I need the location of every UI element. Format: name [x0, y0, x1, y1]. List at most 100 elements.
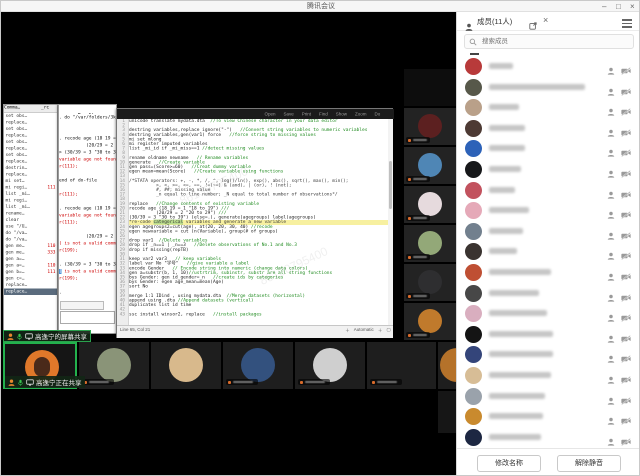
member-row[interactable]: [457, 57, 640, 77]
member-row[interactable]: [457, 160, 640, 180]
close-window-button[interactable]: ×: [630, 1, 635, 12]
video-tile[interactable]: [404, 147, 456, 184]
video-tile[interactable]: [404, 303, 456, 340]
toolbar-find-button[interactable]: Find: [319, 109, 328, 119]
screen-icon: [25, 333, 33, 340]
video-tile[interactable]: [404, 108, 456, 145]
avatar: [465, 120, 482, 137]
console-line: [59, 121, 116, 128]
member-row[interactable]: [457, 407, 640, 427]
video-tile[interactable]: [404, 225, 456, 262]
console-line: ( is not a valid command: [59, 240, 116, 247]
rename-button[interactable]: 修改名称: [477, 455, 541, 472]
unmute-button[interactable]: 解除静音: [557, 455, 621, 472]
member-row[interactable]: [457, 78, 640, 98]
name-pill: [226, 379, 258, 385]
member-row[interactable]: [457, 119, 640, 139]
popout-panel-icon[interactable]: [529, 17, 537, 35]
video-tile[interactable]: [367, 342, 436, 389]
toolbar-print-button[interactable]: Print: [302, 109, 311, 119]
search-box[interactable]: [464, 34, 634, 49]
member-name-redacted: [489, 331, 553, 337]
avatar: [418, 309, 442, 333]
video-tile[interactable]: [404, 186, 456, 223]
search-input[interactable]: [480, 37, 620, 46]
editor-status-bar: Line 65, Col 21 ＋Automatic＋▢: [117, 325, 393, 338]
editor-scrollbar[interactable]: [388, 119, 393, 325]
member-name-redacted: [489, 290, 539, 296]
editor-scrollbar-thumb[interactable]: [389, 161, 392, 209]
member-name-redacted: [489, 413, 543, 419]
toolbar-show-button[interactable]: Show: [336, 109, 347, 119]
member-status-icon: [607, 433, 615, 448]
avatar: [418, 114, 442, 138]
member-row[interactable]: [457, 387, 640, 407]
avatar: [418, 192, 442, 216]
main-video-area: Comma… _rc set obs…replace…set obs…repla…: [1, 12, 456, 476]
mic-off-icon: [228, 381, 231, 384]
member-row[interactable]: [457, 263, 640, 283]
toolbar-save-button[interactable]: Save: [284, 109, 294, 119]
console-line: variable age not found: [59, 212, 116, 219]
panel-icon[interactable]: ▢: [387, 327, 391, 334]
console-line: r(111);: [59, 163, 116, 170]
tencent-meeting-window: 腾讯会议 – □ × Comma… _rc set obs…replace…se…: [0, 0, 640, 476]
avatar: [465, 408, 482, 425]
avatar: [465, 429, 482, 446]
member-row[interactable]: [457, 428, 640, 448]
mic-off-icon: [408, 295, 411, 298]
close-panel-icon[interactable]: ×: [543, 15, 548, 25]
members-panel-footer: 修改名称 解除静音: [457, 448, 640, 476]
member-name-redacted: [489, 63, 513, 69]
results-console: . do "/var/folders/3k/t72 . recode age (…: [59, 114, 116, 296]
zoom-out-icon[interactable]: ＋: [346, 327, 351, 334]
member-row[interactable]: [457, 98, 640, 118]
member-row[interactable]: [457, 222, 640, 242]
zoom-in-icon[interactable]: ＋: [378, 327, 383, 334]
toolbar-zoom-button[interactable]: Zoom: [355, 109, 367, 119]
member-name-redacted: [489, 125, 525, 131]
member-name-redacted: [489, 310, 547, 316]
member-row[interactable]: [457, 284, 640, 304]
member-row[interactable]: [457, 139, 640, 159]
member-row[interactable]: [457, 325, 640, 345]
avatar: [465, 223, 482, 240]
video-tile[interactable]: [438, 342, 456, 389]
video-tile[interactable]: [404, 264, 456, 301]
member-row[interactable]: [457, 201, 640, 221]
editor-toolbar: Open Save Print Find Show Zoom Do: [117, 109, 394, 119]
toolbar-open-button[interactable]: Open: [265, 109, 276, 119]
video-tile[interactable]: [295, 342, 365, 389]
console-line: ( is not a valid command: [59, 268, 116, 275]
video-tile[interactable]: [404, 69, 456, 106]
avatar: [465, 367, 482, 384]
menu-icon[interactable]: [622, 17, 632, 30]
console-line: . (30/39 = 3 "30 to 39"): [59, 261, 116, 268]
avatar: [465, 346, 482, 363]
member-row[interactable]: [457, 366, 640, 386]
minimize-button[interactable]: –: [602, 1, 606, 12]
section-dash: [470, 53, 479, 55]
mic-on-icon: [17, 379, 24, 386]
history-item[interactable]: replace…: [4, 289, 57, 296]
title-bar: 腾讯会议 – □ ×: [1, 1, 640, 12]
member-row[interactable]: [457, 345, 640, 365]
mic-off-icon: [372, 381, 375, 384]
member-row[interactable]: [457, 242, 640, 262]
video-tile[interactable]: [223, 342, 293, 389]
name-pill: [406, 254, 430, 260]
code-line: ssc install winsor2, replace //install p…: [129, 312, 388, 317]
video-tile[interactable]: [151, 342, 221, 389]
members-panel-header: 成员(11人) ×: [457, 12, 640, 31]
maximize-button[interactable]: □: [616, 1, 621, 12]
video-tile[interactable]: [79, 342, 149, 389]
console-line: > (30/39 = 3 "30 to 39"): [59, 149, 116, 156]
member-name-redacted: [489, 187, 515, 193]
toolbar-do-button[interactable]: Do: [375, 109, 381, 119]
command-input[interactable]: [60, 311, 115, 324]
screen-share-label: 高逸宁的屏幕共享: [3, 330, 91, 342]
member-row[interactable]: [457, 181, 640, 201]
member-row[interactable]: [457, 304, 640, 324]
console-line: [59, 198, 116, 205]
video-tile-partial[interactable]: [438, 391, 456, 433]
